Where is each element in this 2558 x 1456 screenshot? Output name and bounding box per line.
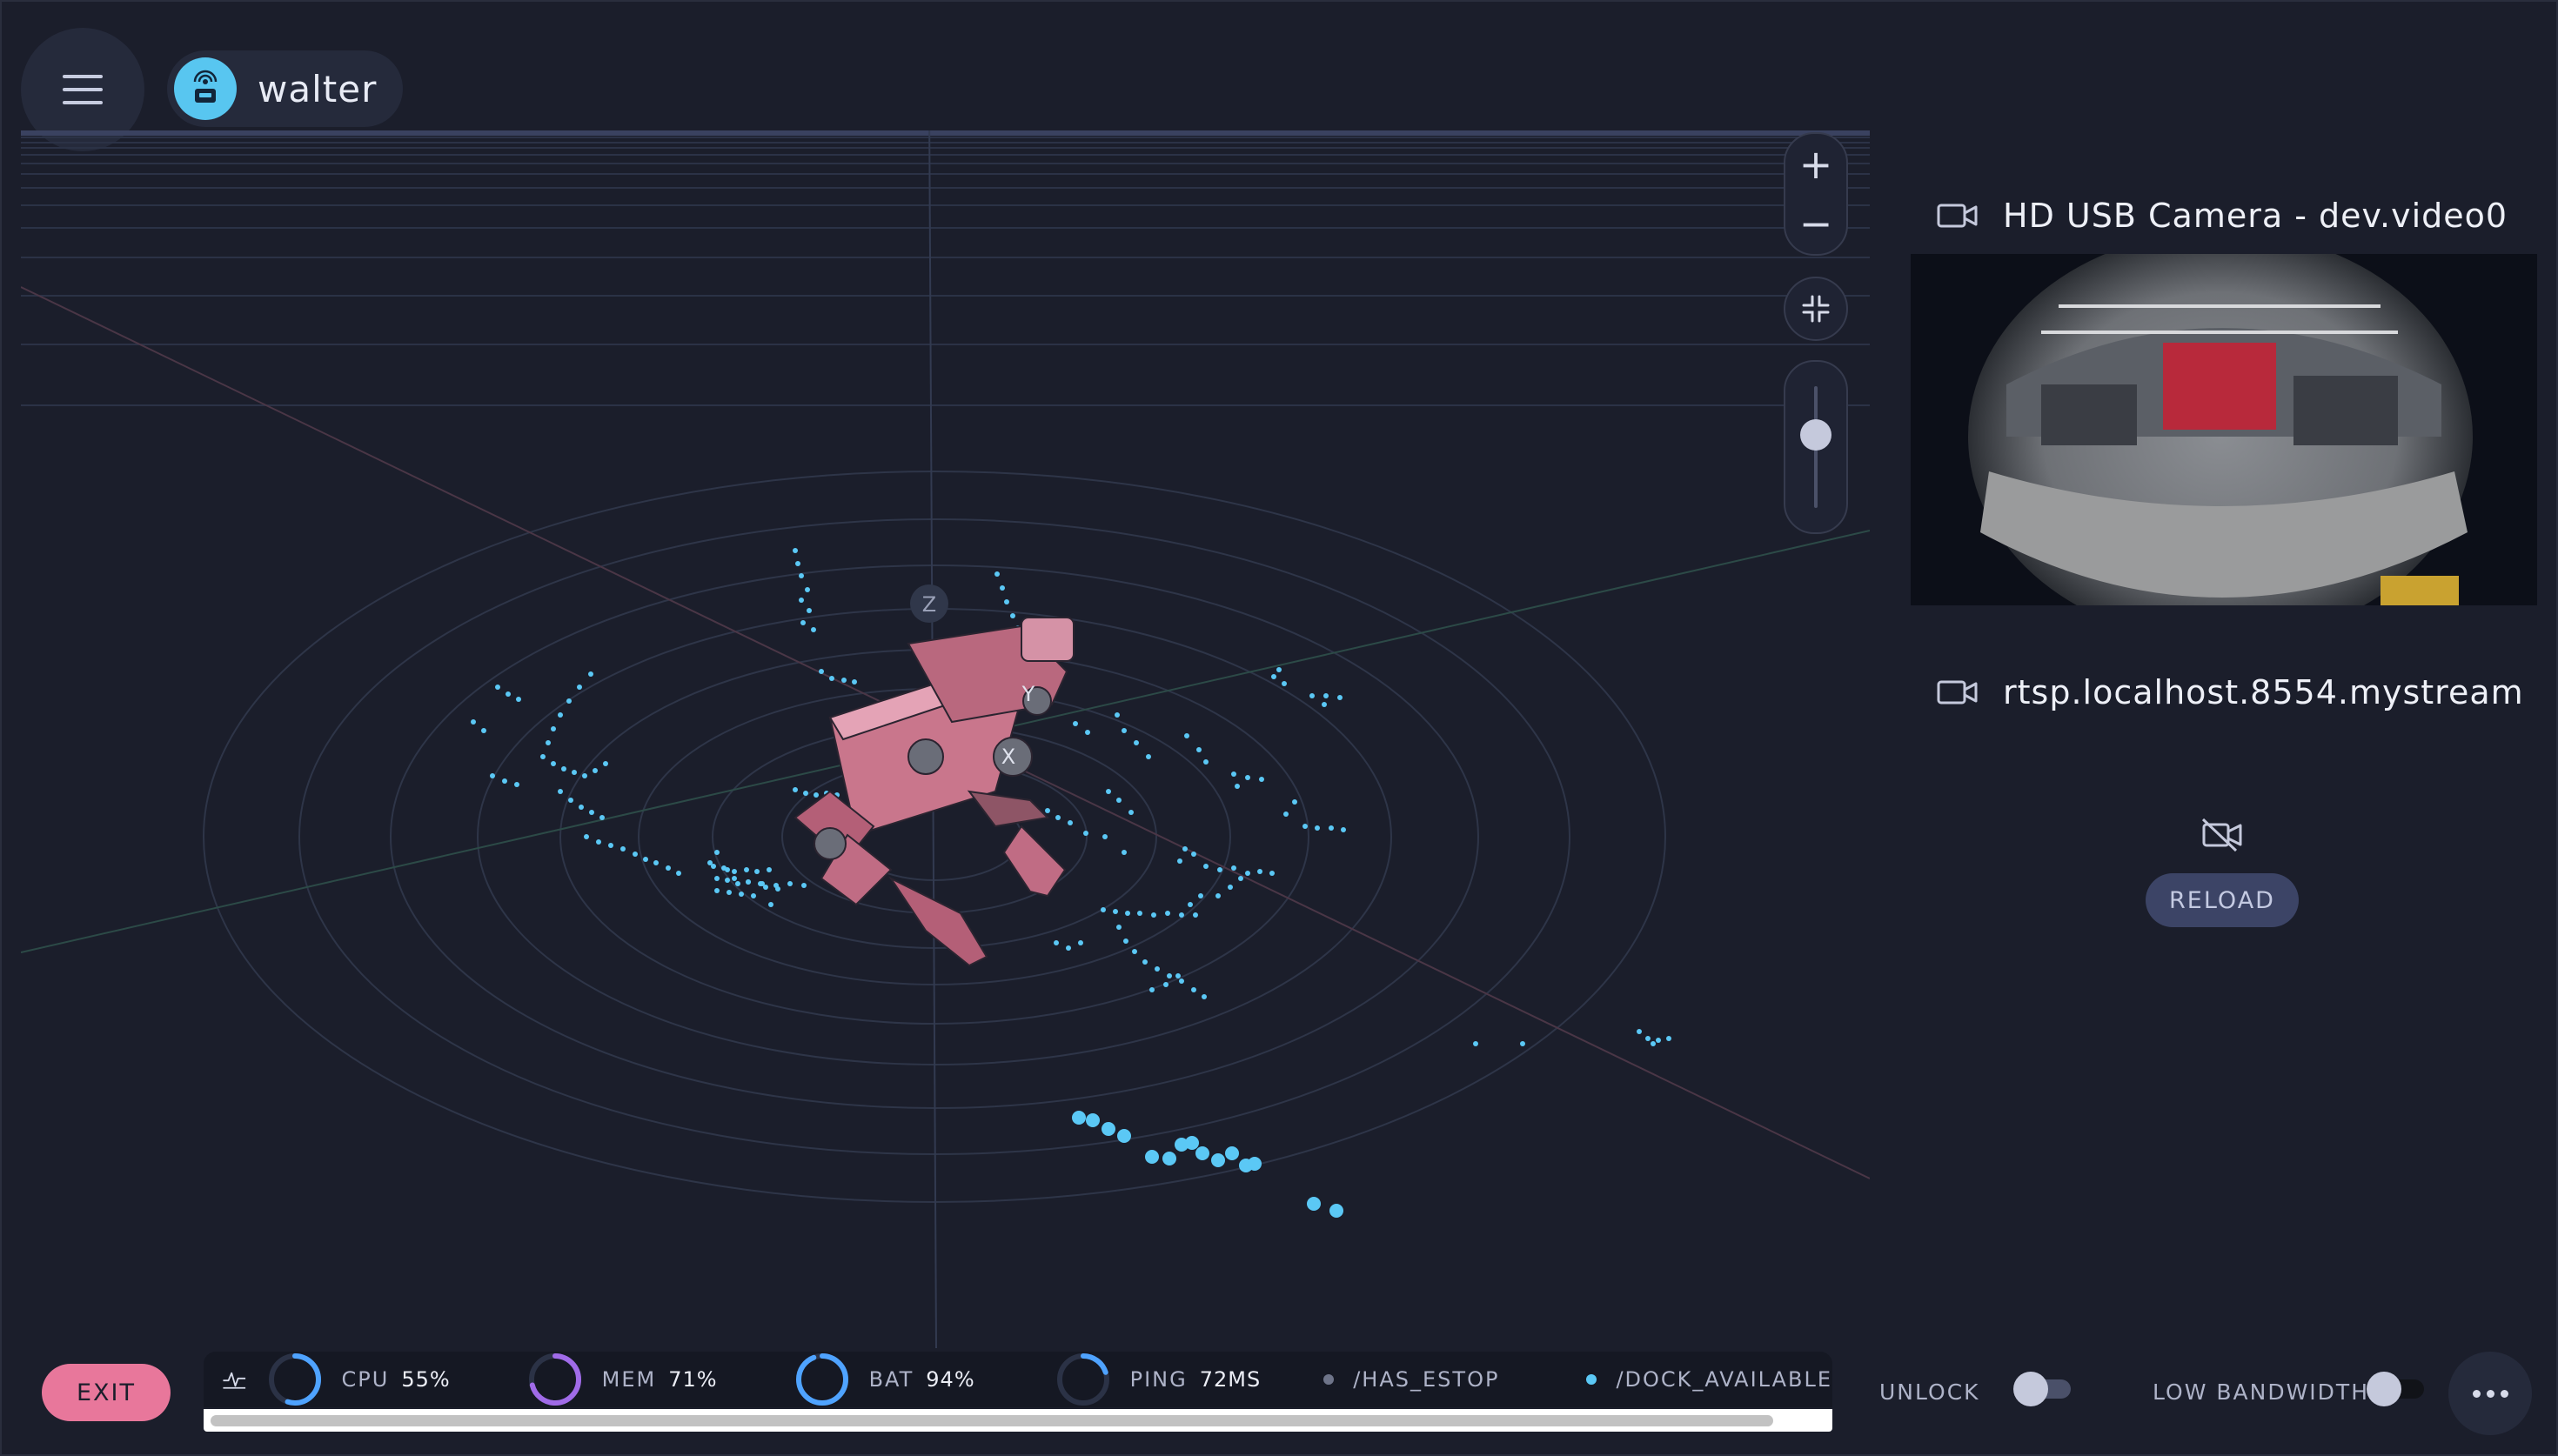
low-bandwidth-toggle[interactable] xyxy=(2367,1372,2424,1406)
mem-gauge xyxy=(528,1353,581,1406)
more-horizontal-icon xyxy=(2472,1389,2508,1398)
zoom-slider[interactable] xyxy=(1784,360,1848,534)
ping-gauge xyxy=(1056,1353,1109,1406)
far-grid xyxy=(21,137,1870,406)
toggle-knob xyxy=(2013,1372,2048,1406)
zoom-controls: + − xyxy=(1784,132,1848,256)
slider-thumb[interactable] xyxy=(1800,419,1831,451)
video-camera-icon xyxy=(1937,680,1978,705)
camera-1-feed[interactable] xyxy=(1911,254,2537,605)
pulse-icon[interactable] xyxy=(221,1362,248,1397)
status-scrollbar[interactable] xyxy=(204,1409,1832,1432)
reload-button[interactable]: RELOAD xyxy=(2146,873,2299,927)
robot-selector[interactable]: walter xyxy=(167,50,404,127)
zoom-out-button[interactable]: − xyxy=(1785,195,1846,252)
mem-label: MEM xyxy=(601,1367,657,1392)
video-camera-icon xyxy=(1937,204,1978,228)
axis-label-z: Z xyxy=(922,592,936,617)
ping-value: 72MS xyxy=(1199,1367,1262,1392)
bat-label: BAT xyxy=(868,1367,914,1392)
unlock-label: UNLOCK xyxy=(1879,1379,1980,1405)
unlock-toggle[interactable] xyxy=(2013,1372,2071,1406)
camera-2-header: rtsp.localhost.8554.mystream xyxy=(1937,673,2524,711)
topic-label: /HAS_ESTOP xyxy=(1353,1367,1500,1392)
cpu-gauge xyxy=(268,1353,321,1406)
toggle-knob xyxy=(2367,1372,2401,1406)
scrollbar-thumb[interactable] xyxy=(211,1415,1773,1426)
cpu-label: CPU xyxy=(341,1367,390,1392)
fit-view-button[interactable] xyxy=(1784,277,1848,341)
axis-label-y: Y xyxy=(1021,682,1035,706)
status-dot xyxy=(1323,1374,1335,1385)
exit-button[interactable]: EXIT xyxy=(42,1364,171,1421)
bat-value: 94% xyxy=(926,1367,975,1392)
camera-2-offline: RELOAD xyxy=(2146,818,2299,927)
status-bar: CPU 55% MEM 71% BAT 94% PING 72MS /HAS_E… xyxy=(204,1352,1832,1435)
topic-label: /DOCK_AVAILABLE xyxy=(1616,1367,1832,1392)
3d-viewport[interactable]: Z Y X xyxy=(21,130,1870,1348)
bat-metric: BAT 94% xyxy=(794,1352,975,1407)
robot-model xyxy=(794,617,1075,967)
camera-2-title: rtsp.localhost.8554.mystream xyxy=(2003,673,2524,711)
mem-value: 71% xyxy=(668,1367,718,1392)
video-off-icon xyxy=(2201,818,2242,852)
topic-has-estop[interactable]: /HAS_ESTOP xyxy=(1323,1367,1499,1392)
cpu-value: 55% xyxy=(401,1367,451,1392)
more-options-button[interactable] xyxy=(2448,1352,2532,1435)
low-bandwidth-label: LOW BANDWIDTH xyxy=(2153,1379,2369,1405)
status-metrics: CPU 55% MEM 71% BAT 94% PING 72MS /HAS_E… xyxy=(204,1352,1832,1407)
mem-metric: MEM 71% xyxy=(527,1352,718,1407)
ping-metric: PING 72MS xyxy=(1055,1352,1262,1407)
status-dot xyxy=(1586,1374,1597,1385)
collapse-arrows-icon xyxy=(1802,295,1830,323)
camera-1-title: HD USB Camera - dev.video0 xyxy=(2003,197,2508,235)
topic-dock-available[interactable]: /DOCK_AVAILABLE xyxy=(1586,1367,1832,1392)
hamburger-icon xyxy=(63,75,103,104)
robot-name: walter xyxy=(258,67,378,110)
axis-label-x: X xyxy=(1001,745,1015,769)
cpu-metric: CPU 55% xyxy=(267,1352,451,1407)
bat-gauge xyxy=(795,1353,848,1406)
camera-1-header: HD USB Camera - dev.video0 xyxy=(1937,197,2508,235)
robot-broadcast-icon xyxy=(174,57,237,120)
zoom-in-button[interactable]: + xyxy=(1785,136,1846,193)
ping-label: PING xyxy=(1129,1367,1188,1392)
